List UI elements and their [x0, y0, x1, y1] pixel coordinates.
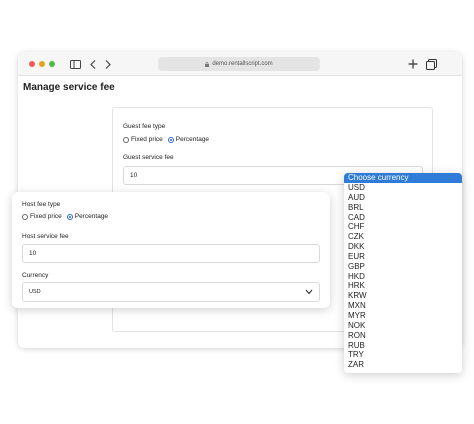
- host-fixed-price-label: Fixed price: [30, 213, 62, 220]
- currency-option[interactable]: RON: [344, 331, 462, 341]
- currency-select[interactable]: USD: [22, 282, 320, 302]
- lock-icon: [205, 61, 210, 67]
- host-fee-card: Host fee type Fixed price Percentage Hos…: [12, 192, 330, 308]
- currency-option[interactable]: KRW: [344, 291, 462, 301]
- back-arrow-icon[interactable]: [86, 57, 100, 71]
- currency-option[interactable]: CZK: [344, 232, 462, 242]
- guest-service-fee-label: Guest service fee: [123, 154, 174, 161]
- currency-option[interactable]: CAD: [344, 213, 462, 223]
- guest-percentage-label: Percentage: [175, 136, 210, 143]
- currency-option[interactable]: GBP: [344, 262, 462, 272]
- host-percentage-radio[interactable]: [66, 213, 73, 220]
- currency-label: Currency: [22, 272, 49, 279]
- forward-arrow-icon[interactable]: [101, 57, 115, 71]
- currency-select-value: USD: [29, 289, 41, 295]
- currency-option[interactable]: MYR: [344, 311, 462, 321]
- address-bar-url: demo.rentallscript.com: [212, 61, 273, 67]
- host-service-fee-value: 10: [29, 250, 37, 257]
- maximize-window-button[interactable]: [49, 61, 55, 67]
- minimize-window-button[interactable]: [39, 61, 45, 67]
- currency-option[interactable]: HKD: [344, 272, 462, 282]
- guest-fixed-price-radio[interactable]: [123, 136, 129, 143]
- host-service-fee-label: Host service fee: [22, 233, 69, 240]
- currency-option[interactable]: EUR: [344, 252, 462, 262]
- host-fee-type-label: Host fee type: [22, 201, 61, 208]
- guest-percentage-radio[interactable]: [167, 136, 174, 143]
- host-service-fee-input[interactable]: 10: [22, 244, 320, 263]
- guest-service-fee-value: 10: [130, 172, 138, 179]
- currency-dropdown: Choose currency USD AUD BRL CAD CHF CZK …: [344, 173, 462, 373]
- host-fee-type-options: Fixed price Percentage: [22, 213, 108, 220]
- host-percentage-label: Percentage: [74, 213, 109, 220]
- chevron-down-icon: [305, 289, 313, 295]
- currency-option[interactable]: USD: [344, 183, 462, 193]
- currency-options-list: USD AUD BRL CAD CHF CZK DKK EUR GBP HKD …: [344, 183, 462, 370]
- currency-option[interactable]: TRY: [344, 350, 462, 360]
- guest-fixed-price-label: Fixed price: [131, 136, 163, 143]
- currency-option[interactable]: HRK: [344, 281, 462, 291]
- currency-option[interactable]: BRL: [344, 203, 462, 213]
- page-title: Manage service fee: [23, 82, 115, 93]
- currency-option[interactable]: CHF: [344, 222, 462, 232]
- currency-option[interactable]: NOK: [344, 321, 462, 331]
- browser-toolbar: demo.rentallscript.com: [18, 52, 462, 76]
- guest-fee-type-label: Guest fee type: [123, 123, 166, 130]
- close-window-button[interactable]: [29, 61, 35, 67]
- currency-option[interactable]: DKK: [344, 242, 462, 252]
- currency-option[interactable]: AUD: [344, 193, 462, 203]
- address-bar[interactable]: demo.rentallscript.com: [158, 57, 320, 71]
- host-fixed-price-radio[interactable]: [22, 213, 28, 220]
- sidebar-toggle-icon[interactable]: [68, 57, 82, 71]
- tabs-overview-icon[interactable]: [424, 57, 438, 71]
- currency-option[interactable]: RUB: [344, 341, 462, 351]
- currency-dropdown-header: Choose currency: [344, 173, 462, 183]
- new-tab-plus-icon[interactable]: [406, 57, 420, 71]
- currency-option[interactable]: ZAR: [344, 360, 462, 370]
- guest-fee-type-options: Fixed price Percentage: [123, 136, 209, 143]
- currency-option[interactable]: MXN: [344, 301, 462, 311]
